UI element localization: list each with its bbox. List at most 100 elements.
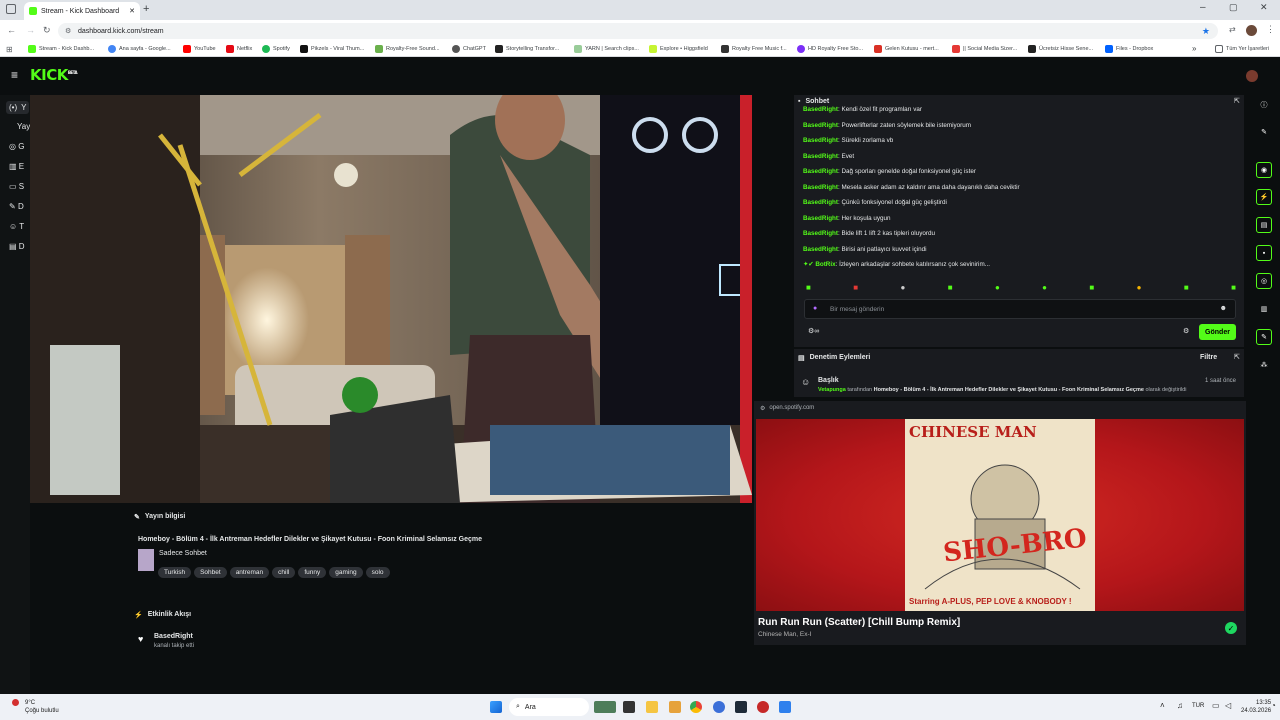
sidebar-item-t[interactable]: ☺ T [9, 222, 24, 231]
info-icon[interactable]: ⓘ [1256, 97, 1272, 113]
mic-icon[interactable]: ● [813, 305, 817, 312]
sidebar-item-s[interactable]: ▭ S [9, 182, 24, 191]
tray-chevron-icon[interactable]: ˄ [1160, 701, 1165, 710]
chat-username[interactable]: BasedRight [803, 106, 838, 113]
clock[interactable]: 13:35 24.03.2026 [1241, 699, 1271, 715]
emote-icon[interactable]: ■ [948, 283, 953, 293]
chat-bot-icon[interactable]: ⚙∞ [808, 327, 819, 335]
volume-icon[interactable]: ◁ [1225, 701, 1231, 710]
all-bookmarks[interactable]: Tüm Yer İşaretleri [1215, 45, 1269, 53]
sidebar-item-e[interactable]: ▥ E [9, 162, 24, 171]
bookmark-item[interactable]: YARN | Search clips... [574, 45, 639, 53]
emote-icon[interactable]: ■ [1089, 283, 1094, 293]
sidebar-item-d2[interactable]: ▤ D [9, 242, 25, 251]
document-icon[interactable]: ▤ [1256, 217, 1272, 233]
bookmark-item[interactable]: Explore • Higgsfield [649, 45, 708, 53]
broadcast-icon[interactable]: ◎ [1256, 273, 1272, 289]
emote-icon[interactable]: ● [900, 283, 905, 293]
site-info-icon[interactable]: ⚙ [65, 27, 71, 35]
weather-widget[interactable]: 9°C Çoğu bulutlu [12, 699, 59, 715]
popout-icon[interactable]: ⇱ [1234, 97, 1240, 105]
apps-icon[interactable]: ⁂ [1256, 357, 1272, 373]
window-maximize-icon[interactable]: ▢ [1229, 2, 1238, 13]
emote-icon[interactable]: ● [1042, 283, 1047, 293]
chat-username[interactable]: BasedRight [803, 137, 838, 144]
network-icon[interactable]: ▭ [1212, 701, 1220, 710]
emote-icon[interactable]: ■ [1184, 283, 1189, 293]
popout-icon[interactable]: ⇱ [1234, 353, 1240, 361]
terminal-icon[interactable] [735, 701, 747, 713]
browser-tab[interactable]: Stream - Kick Dashboard ✕ [24, 2, 140, 20]
sidebar-item-d[interactable]: ✎ D [9, 202, 24, 211]
bookmark-star-icon[interactable]: ★ [1202, 26, 1210, 37]
sidebar-item-g[interactable]: ◎ G [9, 142, 24, 151]
bookmark-item[interactable]: Pikzels - Viral Thum... [300, 45, 364, 53]
calculator-icon[interactable] [779, 701, 791, 713]
tab-close-icon[interactable]: ✕ [129, 7, 135, 15]
bookmarks-overflow-icon[interactable]: » [1192, 44, 1196, 53]
bookmark-item[interactable]: Ücretsiz Hisse Sene... [1028, 45, 1093, 53]
track-artists[interactable]: Chinese Man, Ex-I [758, 631, 811, 638]
emote-icon[interactable]: ● [1137, 283, 1142, 293]
liked-check-icon[interactable]: ✓ [1225, 622, 1237, 634]
chat-username[interactable]: BasedRight [803, 122, 838, 129]
folder-icon[interactable] [669, 701, 681, 713]
camera-icon[interactable]: ◉ [1256, 162, 1272, 178]
tab-search-icon[interactable] [6, 4, 16, 14]
mod-actor[interactable]: Vetapunga [818, 387, 846, 393]
send-button[interactable]: Gönder [1199, 324, 1236, 340]
wrench-icon[interactable]: ✎ [1256, 329, 1272, 345]
chrome-icon[interactable] [690, 701, 702, 713]
bookmark-item[interactable]: HD Royalty Free Sto... [797, 45, 863, 53]
browser-menu-icon[interactable]: ⋮ [1266, 24, 1275, 35]
chat-username[interactable]: BasedRight [803, 199, 838, 206]
emote-icon[interactable]: ■ [1231, 283, 1236, 293]
stream-video-preview[interactable] [30, 95, 752, 503]
windows-start-icon[interactable] [490, 701, 502, 713]
bookmark-item[interactable]: Ana sayfa - Google... [108, 45, 171, 53]
spotify-mini-player[interactable]: ⚙ open.spotify.com CHINESE MAN SHO-BRO St… [754, 401, 1246, 645]
emote-icon[interactable]: ■ [853, 283, 858, 293]
filter-button[interactable]: Filtre [1200, 354, 1217, 361]
activity-user[interactable]: BasedRight [154, 633, 193, 640]
bookmark-item[interactable]: Royalty-Free Sound... [375, 45, 440, 53]
chat-username[interactable]: BasedRight [803, 246, 838, 253]
url-input[interactable]: ⚙ dashboard.kick.com/stream ★ [58, 23, 1218, 39]
bookmark-item[interactable]: Files - Dropbox [1105, 45, 1153, 53]
forward-icon[interactable]: → [26, 25, 35, 35]
bookmark-item[interactable]: Storytelling Transfor... [495, 45, 559, 53]
layout-icon[interactable]: ▥ [1256, 301, 1272, 317]
new-tab-icon[interactable]: + [143, 3, 149, 15]
window-close-icon[interactable]: ✕ [1260, 2, 1268, 13]
bookmark-item[interactable]: Netflix [226, 45, 252, 53]
chat-username[interactable]: BotRix [815, 261, 835, 268]
sidebar-item-broadcast[interactable]: Yay [17, 122, 30, 131]
lightning-icon[interactable]: ⚡ [1256, 189, 1272, 205]
notification-bell-icon[interactable]: ◔ [1271, 701, 1276, 710]
bookmark-item[interactable]: Spotify [262, 45, 290, 53]
apps-grid-icon[interactable]: ⊞ [6, 45, 13, 54]
chat-input[interactable]: ● Bir mesaj gönderin ☻ [804, 299, 1236, 319]
profile-avatar-icon[interactable] [1246, 25, 1257, 36]
extensions-icon[interactable]: ⇄ [1229, 25, 1236, 34]
chat-username[interactable]: BasedRight [803, 184, 838, 191]
bookmark-item[interactable]: Stream - Kick Dashb... [28, 45, 94, 53]
back-icon[interactable]: ← [7, 25, 16, 35]
bookmark-item[interactable]: || Social Media Sizer... [952, 45, 1017, 53]
hamburger-menu-icon[interactable]: ≡ [11, 68, 18, 82]
landscape-widget-icon[interactable] [594, 701, 616, 713]
chat-username[interactable]: BasedRight [803, 215, 838, 222]
chat-bubble-icon[interactable]: ▪ [1256, 245, 1272, 261]
emote-icon[interactable]: ■ [806, 283, 811, 293]
edge-icon[interactable] [713, 701, 725, 713]
chat-username[interactable]: BasedRight [803, 168, 838, 175]
chat-username[interactable]: BasedRight [803, 153, 838, 160]
chat-settings-icon[interactable]: ⚙ [1183, 327, 1189, 335]
bookmark-item[interactable]: ChatGPT [452, 45, 486, 53]
app-icon[interactable] [757, 701, 769, 713]
task-view-icon[interactable] [623, 701, 635, 713]
language-indicator[interactable]: TUR [1192, 703, 1204, 709]
window-minimize-icon[interactable]: – [1200, 2, 1206, 13]
track-title[interactable]: Run Run Run (Scatter) [Chill Bump Remix] [758, 617, 960, 628]
file-explorer-icon[interactable] [646, 701, 658, 713]
